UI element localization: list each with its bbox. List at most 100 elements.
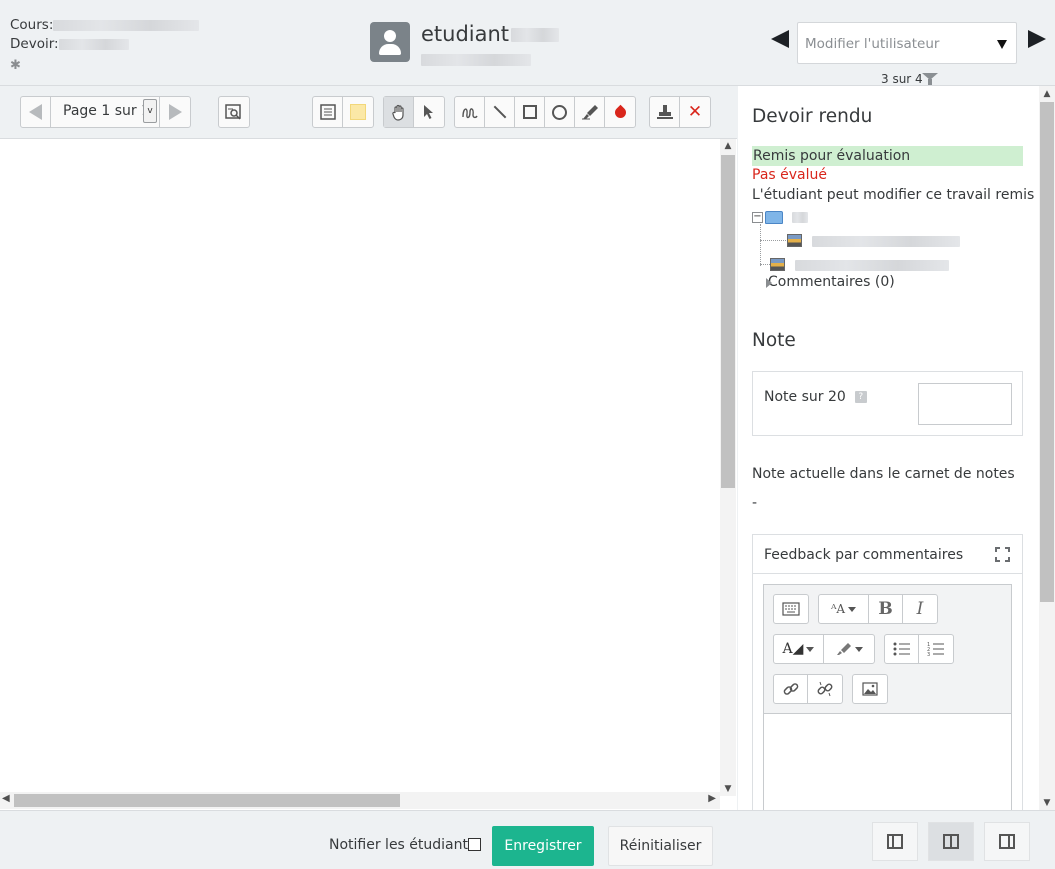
scrollbar-thumb[interactable] [1040,102,1054,602]
file-name-redacted[interactable] [812,236,960,247]
bullet-list-icon [893,642,910,656]
assignment-name-redacted[interactable] [58,38,129,50]
course-label: Cours: [10,17,54,33]
feedback-editor-content[interactable] [764,713,1011,810]
image-file-icon [787,234,802,247]
oval-tool-button[interactable] [545,97,575,127]
line-icon [493,105,506,119]
grade-label: Note sur 20? [764,389,867,405]
search-comments-icon [225,104,241,120]
comments-toggle[interactable]: Commentaires (0) [756,274,895,290]
numbered-list-button[interactable]: 123 [919,635,953,663]
insert-link-button[interactable] [774,675,808,703]
folder-name-redacted [792,212,808,223]
scroll-up-icon[interactable]: ▲ [1039,89,1055,99]
toolbar-toggle-button[interactable] [774,595,808,623]
delete-annotation-button[interactable]: ✕ [680,97,710,127]
bold-button[interactable]: B [869,595,903,623]
search-comments-button[interactable] [219,97,249,127]
reset-button[interactable]: Réinitialiser [608,826,713,866]
scroll-down-icon[interactable]: ▼ [1039,798,1055,808]
page-select[interactable]: Page 1 sur 1 v [51,97,160,127]
save-button[interactable]: Enregistrer [492,826,594,866]
scroll-down-icon[interactable]: ▼ [720,784,736,794]
scroll-right-icon[interactable]: ▶ [708,793,716,804]
current-grade-label: Note actuelle dans le carnet de notes [752,466,1015,482]
editor-toolbar-row-2: A◢ 123 [773,634,954,664]
pen-tool-button[interactable] [455,97,485,127]
pen-scribble-icon [461,108,478,119]
previous-user-arrow-icon[interactable] [771,30,789,48]
comment-tools [312,96,374,128]
font-color-button[interactable]: A◢ [774,635,824,663]
course-info: Cours: Devoir: ✱ [10,16,200,75]
bullet-list-button[interactable] [885,635,919,663]
grader-header: Cours: Devoir: ✱ etudiant Modifier l'uti… [0,0,1055,86]
collapse-icon[interactable]: − [752,212,763,223]
font-color-icon: A◢ [782,641,804,657]
user-avatar[interactable] [370,22,410,62]
annotation-color-button[interactable] [605,97,635,127]
user-select[interactable]: Modifier l'utilisateur [797,22,1017,64]
select-tool-button[interactable] [414,97,444,127]
layout-default-button[interactable] [928,822,974,861]
file-name-redacted[interactable] [795,260,949,271]
stamp-tool-button[interactable] [650,97,680,127]
user-surname-redacted [511,28,560,42]
image-icon [862,682,878,696]
scroll-left-icon[interactable]: ◀ [2,793,10,804]
next-user-arrow-icon[interactable] [1028,30,1046,48]
bold-icon: B [878,599,893,619]
drawing-tools [454,96,636,128]
grade-input[interactable] [918,383,1012,425]
layout-collapse-grade-button[interactable] [984,822,1030,861]
chevron-down-icon [806,646,815,652]
user-select-placeholder: Modifier l'utilisateur [805,36,940,52]
svg-text:3: 3 [927,652,930,657]
previous-page-button[interactable] [21,97,51,127]
grade-card: Note sur 20? [752,371,1023,436]
scrollbar-thumb[interactable] [14,794,400,807]
feedback-card: Feedback par commentaires ᴬA B I A◢ 1 2 … [752,534,1023,810]
unlink-button[interactable] [808,675,842,703]
course-name-redacted[interactable] [53,19,200,31]
comment-color-button[interactable] [343,97,373,127]
color-drop-icon [612,104,628,120]
help-icon[interactable]: ? [854,391,867,403]
comment-tool-button[interactable] [313,97,343,127]
insert-image-button[interactable] [853,675,887,703]
grading-pane: Devoir rendu Remis pour évaluation Pas é… [738,86,1055,810]
submission-heading: Devoir rendu [752,106,873,127]
layout-collapse-review-button[interactable] [872,822,918,861]
line-tool-button[interactable] [485,97,515,127]
pdf-document-area[interactable] [0,139,737,810]
font-size-button[interactable]: ᴬA [819,595,869,623]
link-icon [783,683,798,695]
filter-icon[interactable] [922,73,938,85]
chevron-down-icon [854,646,863,652]
comments-label: Commentaires (0) [768,274,895,290]
chevron-right-icon [766,278,772,288]
gear-icon[interactable]: ✱ [10,56,199,75]
background-color-button[interactable] [824,635,874,663]
select-tools [383,96,445,128]
user-name[interactable]: etudiant [421,22,560,46]
next-page-button[interactable] [160,97,190,127]
highlighter-icon [581,105,598,120]
expand-icon[interactable] [995,547,1010,562]
feedback-editor: ᴬA B I A◢ 123 [763,584,1012,810]
italic-button[interactable]: I [903,595,937,623]
document-vertical-scrollbar[interactable]: ▲ ▼ [720,139,736,796]
rectangle-tool-button[interactable] [515,97,545,127]
highlight-tool-button[interactable] [575,97,605,127]
scrollbar-thumb[interactable] [721,155,735,488]
scroll-up-icon[interactable]: ▲ [720,141,736,151]
search-comments-group [218,96,250,128]
notify-students-checkbox[interactable] [468,838,481,851]
chevron-down-icon [997,40,1007,49]
grading-pane-scrollbar[interactable]: ▲ ▼ [1039,86,1055,810]
pan-tool-button[interactable] [384,97,414,127]
grader-footer: Notifier les étudiants Enregistrer Réini… [0,810,1055,869]
italic-icon: I [916,599,924,619]
document-horizontal-scrollbar[interactable]: ◀ ▶ [0,792,720,809]
